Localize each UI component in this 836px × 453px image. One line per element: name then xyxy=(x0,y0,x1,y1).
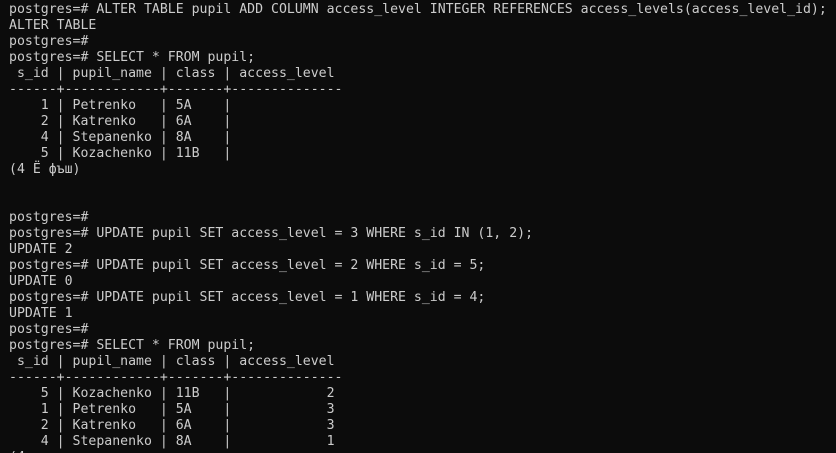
terminal-line: postgres=# UPDATE pupil SET access_level… xyxy=(9,290,486,305)
terminal-line: ALTER TABLE xyxy=(9,18,97,33)
terminal-line: postgres=# UPDATE pupil SET access_level… xyxy=(9,258,486,273)
table-row: 4 | Stepanenko | 8A | 1 xyxy=(9,434,335,449)
terminal-line: postgres=# SELECT * FROM pupil; xyxy=(9,338,256,353)
table-row: 1 | Petrenko | 5A | xyxy=(9,98,232,113)
terminal-line: UPDATE 1 xyxy=(9,306,73,321)
terminal-line: postgres=# SELECT * FROM pupil; xyxy=(9,50,256,65)
terminal-line: postgres=# xyxy=(9,210,89,225)
terminal-line: UPDATE 0 xyxy=(9,274,73,289)
terminal-line: postgres=# ALTER TABLE pupil ADD COLUMN … xyxy=(9,2,827,17)
terminal-line: postgres=# xyxy=(9,34,89,49)
table-row: 1 | Petrenko | 5A | 3 xyxy=(9,402,335,417)
terminal-window[interactable]: postgres=# ALTER TABLE pupil ADD COLUMN … xyxy=(0,0,836,453)
terminal-line: UPDATE 2 xyxy=(9,242,73,257)
terminal-line: postgres=# xyxy=(9,322,89,337)
table-row: 5 | Kozachenko | 11B | 2 xyxy=(9,386,335,401)
table-row: 2 | Katrenko | 6A | xyxy=(9,114,232,129)
table-header: s_id | pupil_name | class | access_level xyxy=(9,66,335,81)
terminal-line: postgres=# UPDATE pupil SET access_level… xyxy=(9,226,534,241)
terminal-output: postgres=# ALTER TABLE pupil ADD COLUMN … xyxy=(9,2,827,453)
table-row: 5 | Kozachenko | 11B | xyxy=(9,146,232,161)
table-header: s_id | pupil_name | class | access_level xyxy=(9,354,335,369)
table-separator: ------+------------+-------+------------… xyxy=(9,82,343,97)
table-row: 4 | Stepanenko | 8A | xyxy=(9,130,232,145)
table-separator: ------+------------+-------+------------… xyxy=(9,370,343,385)
row-count: (4 Ё фъш) xyxy=(9,162,81,177)
table-row: 2 | Katrenko | 6A | 3 xyxy=(9,418,335,433)
